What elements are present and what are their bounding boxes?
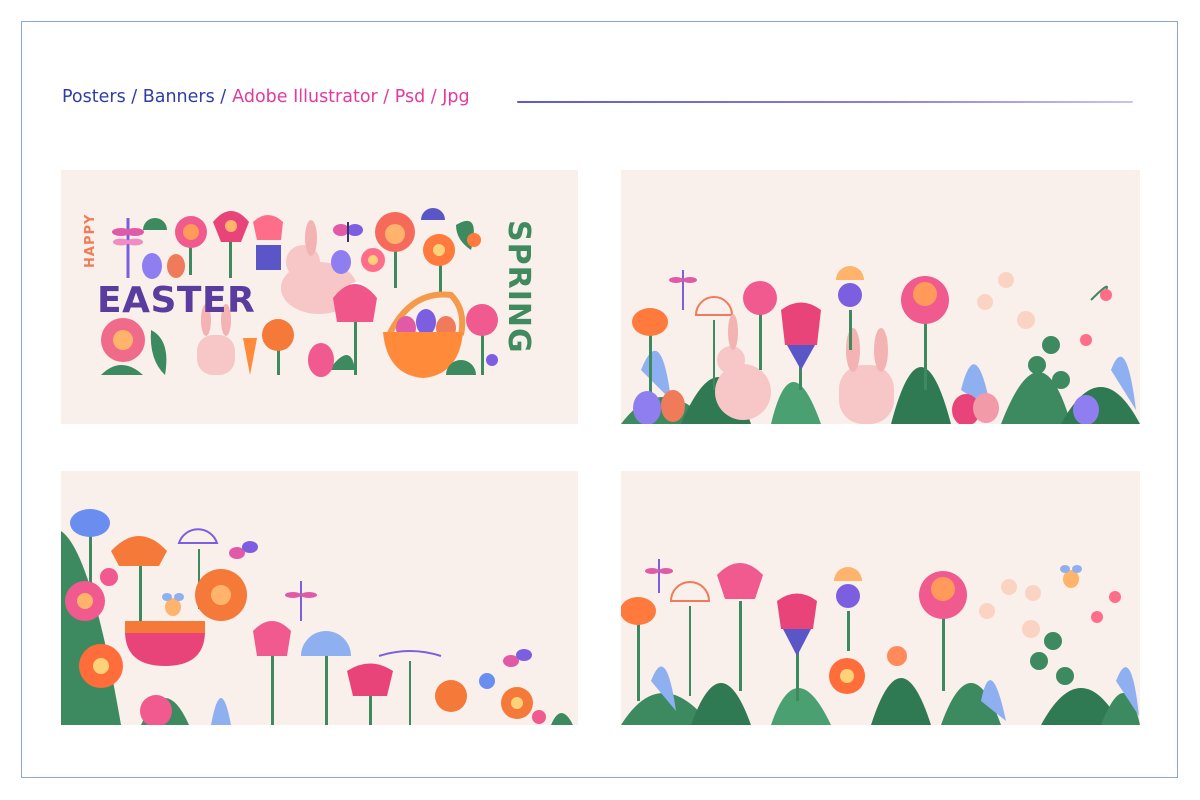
- leaf-icon: [150, 330, 167, 375]
- bellflower-icon: [1091, 591, 1121, 623]
- flower-icon: [901, 276, 949, 390]
- poster-word-easter: EASTER: [97, 280, 256, 321]
- flower-icon: [101, 318, 145, 375]
- flower-icon: [262, 319, 294, 375]
- header-title: Posters / Banners / Adobe Illustrator / …: [62, 84, 470, 110]
- dragonfly-icon: [645, 559, 673, 593]
- leaf-icon: [211, 698, 231, 725]
- leaf-icon: [551, 713, 573, 725]
- leaf-icon: [456, 220, 481, 250]
- poster-word-happy: HAPPY: [83, 213, 98, 268]
- header-formats-left: Posters / Banners /: [62, 87, 227, 107]
- egg-icon: [1073, 395, 1099, 424]
- garden-border-art: [621, 559, 1140, 725]
- bunny-face-icon: [839, 328, 894, 424]
- tulip-icon: [781, 302, 821, 390]
- berry-icon: [1030, 632, 1074, 685]
- flower-icon: [195, 569, 247, 621]
- flower-icon: [435, 680, 467, 712]
- dragonfly-icon: [669, 270, 697, 310]
- preview-garden-border: [621, 471, 1140, 725]
- daisy-icon: [979, 579, 1041, 638]
- header-formats-right: Adobe Illustrator / Psd / Jpg: [232, 87, 470, 107]
- egg-icon: [973, 393, 999, 423]
- carrot-icon: [243, 338, 257, 375]
- tulip-icon: [329, 284, 377, 375]
- flower-icon: [65, 581, 105, 621]
- egg-icon: [331, 250, 351, 274]
- poster-word-spring: SPRING: [501, 220, 536, 354]
- header-divider: [517, 101, 1133, 103]
- half-circle-shape: [421, 208, 445, 220]
- flower-icon: [501, 687, 533, 719]
- floral-corner-art: [61, 509, 573, 725]
- dandelion-icon: [669, 581, 711, 696]
- flower-icon: [919, 571, 967, 691]
- preview-bunny-garden: [621, 170, 1140, 424]
- flower-icon: [621, 597, 656, 701]
- flower-icon: [532, 710, 546, 724]
- egg-icon: [633, 391, 661, 424]
- egg-icon: [308, 343, 334, 377]
- flower-icon: [887, 646, 907, 666]
- tulip-icon: [347, 663, 393, 725]
- flower-icon: [100, 568, 118, 586]
- flower-icon: [423, 234, 455, 295]
- butterfly-icon: [229, 541, 258, 559]
- bellflower-icon: [1080, 285, 1112, 346]
- flower-icon: [361, 248, 385, 272]
- flower-icon: [829, 658, 865, 694]
- butterfly-icon: [503, 649, 532, 667]
- flower-icon: [375, 212, 415, 288]
- fan-flower-icon: [301, 631, 351, 725]
- daisy-icon: [977, 272, 1035, 329]
- bunny-icon: [715, 314, 771, 420]
- preview-floral-corner: [61, 471, 578, 725]
- tulip-icon: [253, 621, 291, 725]
- bee-icon: [1060, 565, 1082, 588]
- half-circle-shape: [143, 218, 167, 230]
- bunny-garden-art: [621, 266, 1140, 424]
- dragonfly-icon: [112, 218, 144, 278]
- egg-icon: [142, 253, 162, 279]
- butterfly-icon: [333, 222, 363, 242]
- dragonfly-icon: [285, 581, 317, 621]
- flower-icon: [479, 673, 495, 689]
- tulip-icon: [777, 593, 817, 701]
- egg-icon: [661, 390, 685, 422]
- preview-easter-poster: HAPPY EASTER SPRING: [61, 170, 578, 424]
- egg-icon: [167, 254, 185, 278]
- tulip-icon: [253, 215, 283, 270]
- bee-icon: [162, 593, 184, 616]
- flower-icon: [717, 563, 763, 691]
- flower-icon: [743, 281, 777, 370]
- flower-icon: [834, 567, 862, 651]
- berry-icon: [486, 354, 498, 366]
- flower-icon: [836, 266, 864, 350]
- flower-icon: [213, 211, 249, 278]
